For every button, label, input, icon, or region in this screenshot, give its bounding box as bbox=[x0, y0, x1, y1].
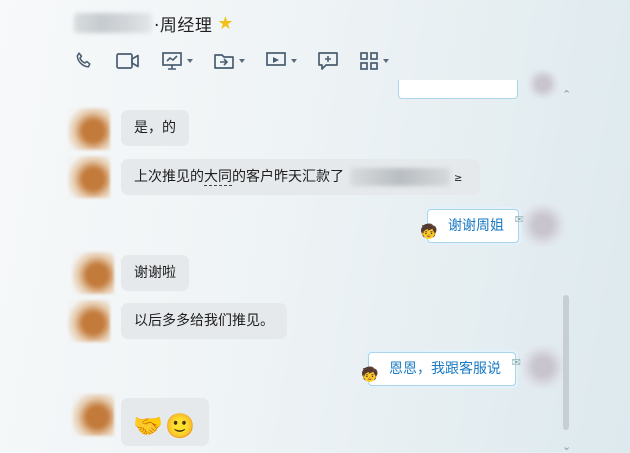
message-text: 谢谢啦 bbox=[134, 265, 176, 281]
avatar[interactable] bbox=[68, 156, 110, 198]
apps-icon[interactable] bbox=[359, 51, 389, 71]
message-text: ≥ bbox=[454, 173, 463, 184]
message-text: 谢谢周姐 bbox=[448, 218, 504, 234]
add-chat-icon[interactable] bbox=[317, 50, 339, 72]
screen-share-icon[interactable] bbox=[161, 50, 193, 72]
message-bubble[interactable]: 谢谢啦 bbox=[121, 255, 189, 291]
chevron-down-icon[interactable] bbox=[187, 59, 193, 63]
chevron-down-icon[interactable]: ⌄ bbox=[562, 440, 571, 453]
avatar[interactable] bbox=[522, 346, 564, 388]
message-text: 恩恩，我跟客服说 bbox=[389, 361, 501, 377]
message-text: 上次推见的 bbox=[134, 169, 204, 185]
contact-title: ·周经理 bbox=[154, 15, 213, 36]
message-text: 以后多多给我们推见。 bbox=[134, 313, 274, 329]
message-bubble[interactable]: 🤝 🙂 bbox=[121, 398, 209, 446]
avatar[interactable] bbox=[72, 252, 114, 294]
avatar[interactable] bbox=[522, 204, 564, 246]
phone-icon[interactable] bbox=[73, 50, 95, 72]
chevron-down-icon[interactable] bbox=[383, 59, 389, 63]
chevron-down-icon[interactable] bbox=[239, 59, 245, 63]
redacted-contact-name bbox=[74, 13, 152, 33]
character-icon: 🧒 bbox=[361, 367, 379, 383]
smile-emoji-icon: 🙂 bbox=[165, 412, 195, 440]
redacted-text bbox=[350, 168, 450, 186]
message-text: 的客户昨天汇款了 bbox=[232, 169, 344, 185]
message-bubble-sent[interactable]: 🧒 ✉ 恩恩，我跟客服说 bbox=[361, 352, 521, 386]
avatar[interactable] bbox=[68, 300, 110, 342]
star-icon[interactable]: ★ bbox=[217, 13, 233, 34]
message-text: 是，的 bbox=[134, 120, 176, 136]
video-icon[interactable] bbox=[115, 50, 141, 72]
avatar[interactable] bbox=[72, 394, 114, 436]
chat-title-row: ·周经理 ★ bbox=[74, 10, 234, 36]
chat-toolbar bbox=[73, 50, 409, 72]
message-bubble[interactable]: 是，的 bbox=[121, 110, 189, 146]
file-transfer-icon[interactable] bbox=[213, 50, 245, 72]
message-list: 是，的 上次推见的大同的客户昨天汇款了 ≥ 🧒 ✉ 谢谢周姐 谢谢啦 以后多多给我… bbox=[0, 80, 630, 452]
chevron-down-icon[interactable] bbox=[291, 59, 297, 63]
avatar[interactable] bbox=[68, 108, 110, 150]
remote-desktop-icon[interactable] bbox=[265, 50, 297, 72]
message-bubble-sent[interactable]: 🧒 ✉ 谢谢周姐 bbox=[420, 209, 524, 243]
handshake-emoji-icon: 🤝 bbox=[133, 412, 163, 440]
envelope-icon: ✉ bbox=[511, 356, 521, 369]
message-bubble[interactable]: 以后多多给我们推见。 bbox=[121, 303, 287, 339]
scrollbar[interactable] bbox=[563, 295, 569, 430]
underlined-text[interactable]: 大同 bbox=[204, 169, 232, 186]
message-bubble[interactable]: 上次推见的大同的客户昨天汇款了 ≥ bbox=[121, 159, 480, 195]
character-icon: 🧒 bbox=[420, 224, 438, 240]
